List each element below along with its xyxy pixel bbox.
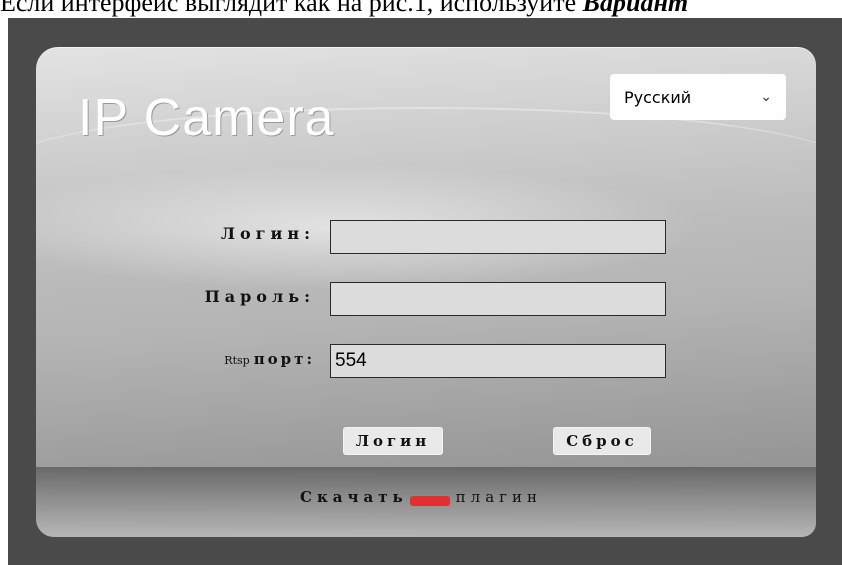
- download-plugin-link[interactable]: [409, 496, 450, 506]
- reset-button[interactable]: Сброс: [553, 427, 651, 455]
- download-text: Скачать: [300, 488, 408, 506]
- rtsp-prefix: Rtsp: [224, 354, 250, 367]
- caption-text: Если интерфейс выглядит как на рис.1, ис…: [0, 0, 583, 17]
- app-title: IP Camera: [78, 89, 335, 147]
- rtsp-port-label: Rtsp порт:: [125, 350, 315, 368]
- download-plugin-row: Скачать плагин: [300, 488, 542, 506]
- password-label: Пароль:: [204, 287, 315, 306]
- document-caption: Если интерфейс выглядит как на рис.1, ис…: [0, 0, 842, 18]
- language-select[interactable]: Русский ⌄: [610, 74, 786, 120]
- language-selected-value: Русский: [624, 87, 692, 107]
- rtsp-port-text: порт:: [253, 350, 315, 368]
- caption-emphasis: Вариант: [582, 0, 689, 17]
- password-input[interactable]: [330, 282, 666, 316]
- rtsp-port-input[interactable]: [330, 344, 666, 378]
- login-input[interactable]: [330, 220, 666, 254]
- login-label: Логин:: [220, 224, 315, 243]
- plugin-text: плагин: [455, 488, 542, 506]
- login-button[interactable]: Логин: [343, 427, 443, 455]
- chevron-down-icon: ⌄: [760, 89, 772, 105]
